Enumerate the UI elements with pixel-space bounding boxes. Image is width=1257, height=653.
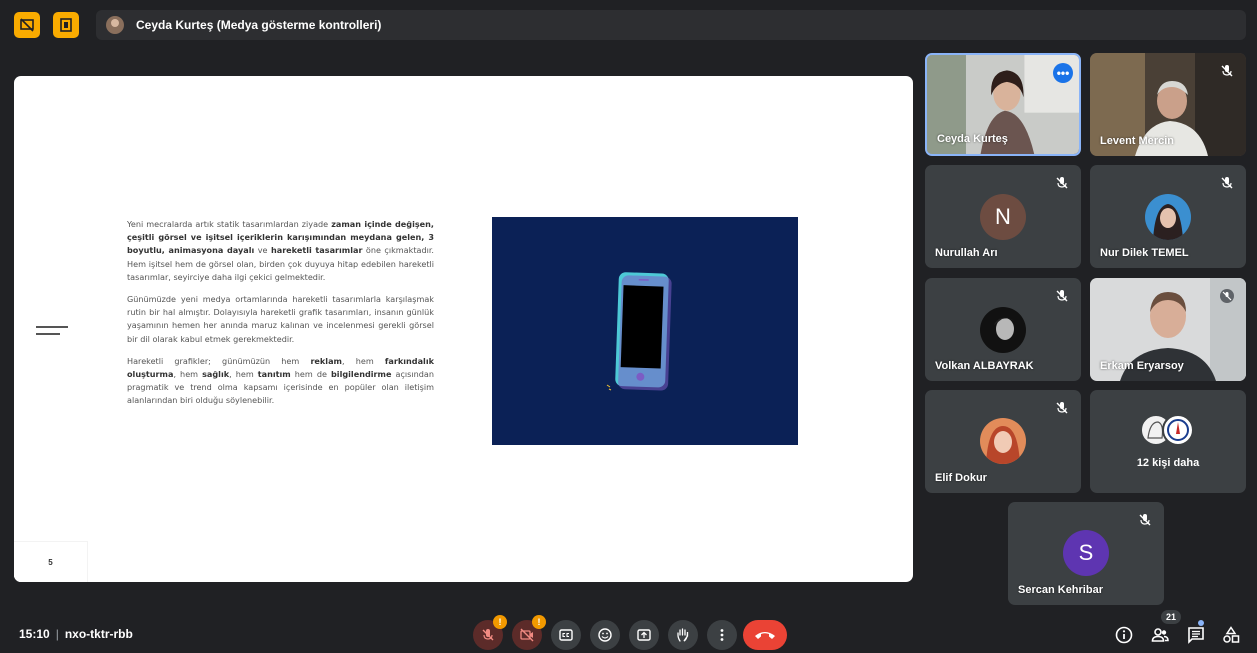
present-screen-icon [637, 629, 651, 641]
chat-notification-dot [1198, 620, 1204, 626]
avatar [980, 418, 1026, 464]
top-bar: Ceyda Kurteş (Medya gösterme kontrolleri… [0, 0, 1257, 46]
slide-page-number: 5 [14, 542, 87, 582]
slide-paragraph-1: Yeni mecralarda artık statik tasarımlard… [127, 218, 434, 284]
hand-icon [677, 628, 689, 642]
participant-tile-nurullah[interactable]: N Nurullah Arı [925, 165, 1081, 268]
participant-name: Sercan Kehribar [1018, 584, 1103, 596]
text-run: , hem [173, 369, 203, 380]
slide-paragraph-3: Hareketli grafikler; günümüzün hem rekla… [127, 355, 434, 408]
separator: | [55, 627, 59, 641]
participant-name: Erkam Eryarsoy [1100, 360, 1184, 372]
muted-mic-icon [482, 629, 494, 641]
bold-text-run: reklam [310, 355, 342, 366]
warning-badge: ! [493, 615, 507, 629]
presentation-title: Ceyda Kurteş (Medya gösterme kontrolleri… [136, 18, 382, 32]
slide-paragraph-2: Günümüzde yeni medya ortamlarında hareke… [127, 294, 434, 344]
participant-tile-elif[interactable]: Elif Dokur [925, 390, 1081, 493]
more-options-button[interactable] [707, 620, 737, 650]
bold-text-run: bilgilendirme [331, 369, 392, 380]
more-vert-icon [720, 629, 724, 641]
participant-name: Nur Dilek TEMEL [1100, 247, 1189, 259]
slide-menu-lines [36, 326, 68, 340]
muted-mic-icon [1056, 177, 1068, 189]
presenter-avatar [106, 16, 124, 34]
stop-presenting-icon[interactable] [14, 12, 40, 38]
camera-off-icon [520, 628, 534, 642]
presentation-controls-bar[interactable]: Ceyda Kurteş (Medya gösterme kontrolleri… [96, 10, 1246, 40]
participant-name: Volkan ALBAYRAK [935, 360, 1034, 372]
avatar: N [980, 194, 1026, 240]
warning-badge: ! [532, 615, 546, 629]
more-participants-tile[interactable]: 12 kişi daha [1090, 390, 1246, 493]
phone-illustration [492, 217, 798, 445]
avatar-stack [1140, 414, 1194, 446]
participant-tile-volkan[interactable]: Volkan ALBAYRAK [925, 278, 1081, 381]
emoji-icon [598, 628, 612, 642]
people-icon[interactable] [1151, 626, 1169, 644]
more-participants-label: 12 kişi daha [1136, 457, 1200, 469]
avatar [980, 307, 1026, 353]
participant-tile-levent[interactable]: Levent Mercin [1090, 53, 1246, 156]
captions-button[interactable] [551, 620, 581, 650]
reactions-button[interactable] [590, 620, 620, 650]
layout-icon[interactable] [53, 12, 79, 38]
text-run: Yeni mecralarda artık statik tasarımlard… [127, 219, 332, 229]
participant-tile-ceyda[interactable]: ••• Ceyda Kurteş [925, 53, 1081, 156]
chat-icon[interactable] [1187, 626, 1205, 644]
text-run: , hem [341, 355, 385, 366]
clock: 15:10 [19, 627, 50, 641]
participant-name: Ceyda Kurteş [937, 133, 1008, 145]
participant-name: Nurullah Arı [935, 247, 998, 259]
more-options-icon[interactable]: ••• [1053, 63, 1073, 83]
raise-hand-button[interactable] [668, 620, 698, 650]
hang-up-icon [755, 632, 775, 639]
activities-icon[interactable] [1222, 626, 1240, 644]
meeting-code: nxo-tktr-rbb [64, 627, 133, 641]
microphone-button[interactable]: ! [473, 615, 507, 650]
presentation-slide: Yeni mecralarda artık statik tasarımlard… [14, 76, 913, 582]
muted-mic-icon [1220, 289, 1234, 303]
bold-text-run: hareketli tasarımlar [270, 245, 363, 256]
muted-mic-icon [1139, 514, 1151, 526]
meeting-info: 15:10 | nxo-tktr-rbb [19, 627, 133, 641]
camera-button[interactable]: ! [512, 615, 546, 650]
text-run: Hareketli grafikler; günümüzün hem [127, 355, 311, 366]
leave-call-button[interactable] [743, 620, 787, 650]
participant-tile-sercan[interactable]: S Sercan Kehribar [1008, 502, 1164, 605]
muted-mic-icon [1221, 177, 1233, 189]
participant-name: Elif Dokur [935, 472, 987, 484]
info-icon[interactable] [1115, 626, 1133, 644]
avatar: S [1063, 530, 1109, 576]
closed-captions-icon [559, 629, 573, 641]
bold-text-run: tanıtım [257, 369, 291, 380]
bold-text-run: sağlık [202, 369, 230, 380]
present-button[interactable] [629, 620, 659, 650]
text-run: hem de [290, 369, 332, 380]
people-count-badge: 21 [1161, 610, 1181, 624]
participant-name: Levent Mercin [1100, 135, 1174, 147]
avatar [1145, 194, 1191, 240]
slide-text: Yeni mecralarda artık statik tasarımlard… [127, 218, 434, 417]
bottom-control-bar: 15:10 | nxo-tktr-rbb ! ! 21 [0, 608, 1257, 653]
muted-mic-icon [1056, 290, 1068, 302]
participant-tile-nur[interactable]: Nur Dilek TEMEL [1090, 165, 1246, 268]
participant-tile-erkam[interactable]: Erkam Eryarsoy [1090, 278, 1246, 381]
text-run: , hem [229, 369, 258, 380]
phone-animation-image [492, 217, 798, 445]
muted-mic-icon [1056, 402, 1068, 414]
muted-mic-icon [1221, 65, 1233, 77]
text-run: ve [254, 245, 271, 256]
